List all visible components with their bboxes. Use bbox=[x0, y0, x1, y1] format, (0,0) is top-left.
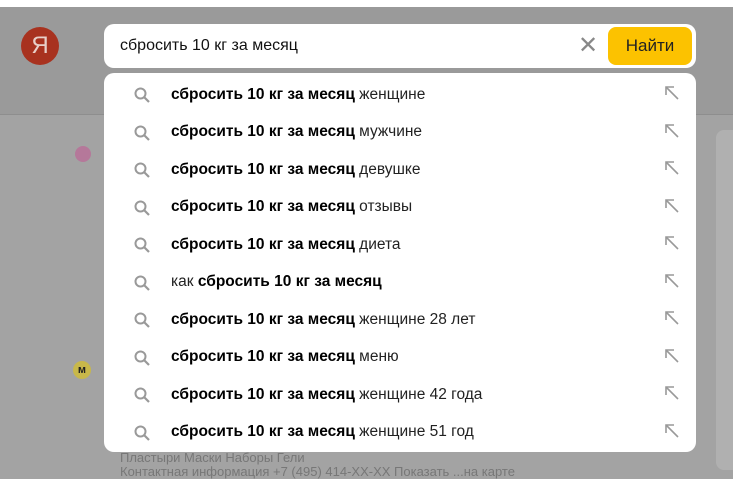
suggestion-text: сбросить 10 кг за месяц женщине bbox=[171, 85, 426, 103]
site-favicon bbox=[75, 146, 91, 162]
suggestion-text: как сбросить 10 кг за месяц bbox=[171, 273, 382, 291]
search-icon bbox=[134, 87, 150, 103]
search-icon bbox=[134, 162, 150, 178]
search-icon bbox=[134, 312, 150, 328]
insert-suggestion-icon[interactable] bbox=[664, 273, 680, 289]
search-icon bbox=[134, 275, 150, 291]
search-box: ✕ Найти bbox=[104, 24, 696, 68]
insert-suggestion-icon[interactable] bbox=[664, 235, 680, 251]
suggestion-text: сбросить 10 кг за месяц девушке bbox=[171, 160, 421, 178]
search-icon bbox=[134, 387, 150, 403]
insert-suggestion-icon[interactable] bbox=[664, 348, 680, 364]
suggestion-text: сбросить 10 кг за месяц отзывы bbox=[171, 198, 413, 216]
insert-suggestion-icon[interactable] bbox=[664, 423, 680, 439]
search-input[interactable] bbox=[120, 24, 560, 68]
search-button[interactable]: Найти bbox=[608, 27, 692, 65]
search-icon bbox=[134, 125, 150, 141]
search-icon bbox=[134, 350, 150, 366]
background-categories: Пластыри Маски Наборы Гели bbox=[120, 450, 305, 465]
suggestion-text: сбросить 10 кг за месяц женщине 28 лет bbox=[171, 310, 476, 328]
suggestion-item[interactable]: сбросить 10 кг за месяц женщине bbox=[104, 76, 696, 114]
suggestion-text: сбросить 10 кг за месяц женщине 51 год bbox=[171, 423, 474, 441]
suggestion-item[interactable]: сбросить 10 кг за месяц мужчине bbox=[104, 114, 696, 152]
suggestion-text: сбросить 10 кг за месяц меню bbox=[171, 348, 399, 366]
suggestion-item[interactable]: сбросить 10 кг за месяц женщине 28 лет bbox=[104, 301, 696, 339]
suggestions-dropdown: сбросить 10 кг за месяц женщине сбросить… bbox=[104, 73, 696, 452]
insert-suggestion-icon[interactable] bbox=[664, 310, 680, 326]
suggestion-item[interactable]: как сбросить 10 кг за месяц bbox=[104, 264, 696, 302]
search-icon bbox=[134, 425, 150, 441]
insert-suggestion-icon[interactable] bbox=[664, 198, 680, 214]
side-card bbox=[716, 130, 733, 470]
clear-icon[interactable]: ✕ bbox=[578, 34, 598, 58]
suggestion-text: сбросить 10 кг за месяц диета bbox=[171, 235, 401, 253]
background-contacts: Контактная информация +7 (495) 414-XX-XX… bbox=[120, 464, 515, 479]
search-icon bbox=[134, 200, 150, 216]
search-icon bbox=[134, 237, 150, 253]
insert-suggestion-icon[interactable] bbox=[664, 85, 680, 101]
suggestion-item[interactable]: сбросить 10 кг за месяц диета bbox=[104, 226, 696, 264]
suggestion-text: сбросить 10 кг за месяц женщине 42 года bbox=[171, 385, 483, 403]
insert-suggestion-icon[interactable] bbox=[664, 123, 680, 139]
suggestion-item[interactable]: сбросить 10 кг за месяц девушке bbox=[104, 151, 696, 189]
suggestion-item[interactable]: сбросить 10 кг за месяц женщине 42 года bbox=[104, 376, 696, 414]
suggestion-text: сбросить 10 кг за месяц мужчине bbox=[171, 123, 423, 141]
insert-suggestion-icon[interactable] bbox=[664, 385, 680, 401]
yandex-logo[interactable]: Я bbox=[21, 27, 59, 65]
suggestion-item[interactable]: сбросить 10 кг за месяц женщине 51 год bbox=[104, 414, 696, 452]
insert-suggestion-icon[interactable] bbox=[664, 160, 680, 176]
suggestion-item[interactable]: сбросить 10 кг за месяц меню bbox=[104, 339, 696, 377]
top-strip bbox=[0, 0, 733, 7]
suggestion-item[interactable]: сбросить 10 кг за месяц отзывы bbox=[104, 189, 696, 227]
site-favicon: м bbox=[73, 361, 91, 379]
